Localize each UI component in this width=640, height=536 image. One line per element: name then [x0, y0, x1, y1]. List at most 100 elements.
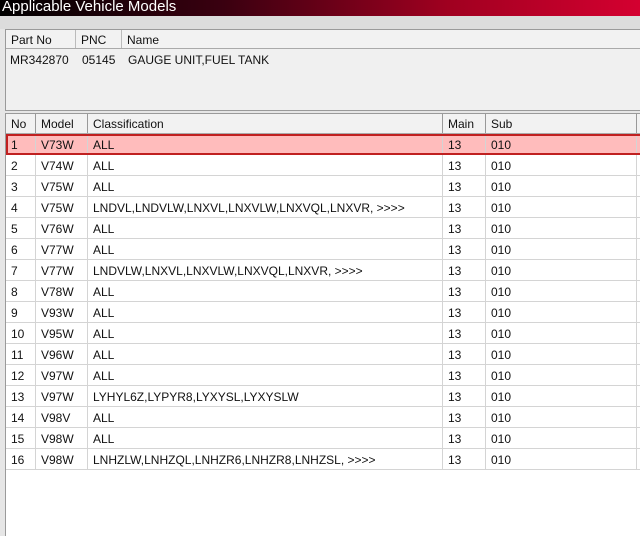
- cell-no: 15: [6, 428, 36, 448]
- table-row[interactable]: 3 V75W ALL 13 010: [6, 176, 640, 197]
- cell-sub: 010: [486, 386, 637, 406]
- window-title: Applicable Vehicle Models: [0, 0, 640, 16]
- pnc-value: 05145: [82, 53, 116, 67]
- table-row[interactable]: 12 V97W ALL 13 010: [6, 365, 640, 386]
- table-row[interactable]: 2 V74W ALL 13 010: [6, 155, 640, 176]
- cell-no: 8: [6, 281, 36, 301]
- cell-sub: 010: [486, 239, 637, 259]
- cell-no: 2: [6, 155, 36, 175]
- cell-classification: ALL: [88, 239, 443, 259]
- cell-classification: ALL: [88, 155, 443, 175]
- cell-model: V77W: [36, 260, 88, 280]
- cell-model: V97W: [36, 386, 88, 406]
- cell-main: 13: [443, 197, 486, 217]
- table-row[interactable]: 11 V96W ALL 13 010: [6, 344, 640, 365]
- table-row[interactable]: 14 V98V ALL 13 010: [6, 407, 640, 428]
- cell-model: V78W: [36, 281, 88, 301]
- header-part-no[interactable]: Part No: [6, 30, 76, 48]
- cell-sub: 010: [486, 428, 637, 448]
- cell-model: V75W: [36, 197, 88, 217]
- cell-no: 13: [6, 386, 36, 406]
- cell-classification: ALL: [88, 344, 443, 364]
- cell-main: 13: [443, 323, 486, 343]
- cell-model: V93W: [36, 302, 88, 322]
- cell-classification: ALL: [88, 176, 443, 196]
- cell-main: 13: [443, 218, 486, 238]
- cell-main: 13: [443, 449, 486, 469]
- part-row[interactable]: MR342870 05145 GAUGE UNIT,FUEL TANK: [6, 49, 640, 67]
- cell-sub: 010: [486, 218, 637, 238]
- cell-main: 13: [443, 302, 486, 322]
- part-header: Part No PNC Name: [6, 30, 640, 49]
- cell-model: V73W: [36, 134, 88, 154]
- cell-sub: 010: [486, 323, 637, 343]
- cell-sub: 010: [486, 281, 637, 301]
- cell-model: V98W: [36, 449, 88, 469]
- table-row[interactable]: 9 V93W ALL 13 010: [6, 302, 640, 323]
- table-row[interactable]: 15 V98W ALL 13 010: [6, 428, 640, 449]
- table-row[interactable]: 13 V97W LYHYL6Z,LYPYR8,LYXYSL,LYXYSLW 13 010: [6, 386, 640, 407]
- cell-sub: 010: [486, 407, 637, 427]
- cell-classification: LNDVL,LNDVLW,LNXVL,LNXVLW,LNXVQL,LNXVR, …: [88, 197, 443, 217]
- cell-main: 13: [443, 344, 486, 364]
- cell-main: 13: [443, 281, 486, 301]
- cell-no: 12: [6, 365, 36, 385]
- cell-sub: 010: [486, 344, 637, 364]
- header-sub[interactable]: Sub: [486, 114, 637, 133]
- cell-model: V95W: [36, 323, 88, 343]
- header-name[interactable]: Name: [122, 30, 640, 48]
- cell-no: 5: [6, 218, 36, 238]
- cell-classification: LNHZLW,LNHZQL,LNHZR6,LNHZR8,LNHZSL, >>>>: [88, 449, 443, 469]
- cell-main: 13: [443, 386, 486, 406]
- part-name-value: GAUGE UNIT,FUEL TANK: [128, 53, 270, 67]
- cell-main: 13: [443, 239, 486, 259]
- cell-model: V98V: [36, 407, 88, 427]
- cell-sub: 010: [486, 176, 637, 196]
- header-pnc[interactable]: PNC: [76, 30, 122, 48]
- cell-no: 10: [6, 323, 36, 343]
- table-row[interactable]: 7 V77W LNDVLW,LNXVL,LNXVLW,LNXVQL,LNXVR, >…: [6, 260, 640, 281]
- cell-classification: ALL: [88, 323, 443, 343]
- cell-model: V96W: [36, 344, 88, 364]
- cell-classification: LYHYL6Z,LYPYR8,LYXYSL,LYXYSLW: [88, 386, 443, 406]
- table-row[interactable]: 5 V76W ALL 13 010: [6, 218, 640, 239]
- cell-classification: ALL: [88, 218, 443, 238]
- cell-main: 13: [443, 365, 486, 385]
- cell-main: 13: [443, 176, 486, 196]
- cell-no: 1: [6, 134, 36, 154]
- table-row[interactable]: 1 V73W ALL 13 010: [6, 134, 640, 155]
- cell-no: 6: [6, 239, 36, 259]
- table-row[interactable]: 16 V98W LNHZLW,LNHZQL,LNHZR6,LNHZR8,LNHZSL…: [6, 449, 640, 470]
- cell-main: 13: [443, 260, 486, 280]
- table-row[interactable]: 4 V75W LNDVL,LNDVLW,LNXVL,LNXVLW,LNXVQL,LN…: [6, 197, 640, 218]
- cell-classification: ALL: [88, 302, 443, 322]
- cell-no: 11: [6, 344, 36, 364]
- cell-classification: LNDVLW,LNXVL,LNXVLW,LNXVQL,LNXVR, >>>>: [88, 260, 443, 280]
- cell-main: 13: [443, 134, 486, 154]
- cell-model: V77W: [36, 239, 88, 259]
- cell-classification: ALL: [88, 281, 443, 301]
- cell-no: 7: [6, 260, 36, 280]
- part-info-panel: Part No PNC Name MR342870 05145 GAUGE UN…: [5, 29, 640, 111]
- table-row[interactable]: 6 V77W ALL 13 010: [6, 239, 640, 260]
- header-classification[interactable]: Classification: [88, 114, 443, 133]
- header-main[interactable]: Main: [443, 114, 486, 133]
- cell-sub: 010: [486, 449, 637, 469]
- cell-sub: 010: [486, 260, 637, 280]
- header-model[interactable]: Model: [36, 114, 88, 133]
- cell-sub: 010: [486, 302, 637, 322]
- header-no[interactable]: No: [6, 114, 36, 133]
- grid-header: No Model Classification Main Sub: [6, 114, 640, 134]
- cell-model: V98W: [36, 428, 88, 448]
- cell-no: 16: [6, 449, 36, 469]
- grid-body: 1 V73W ALL 13 010 2 V74W ALL 13 010 3 V75W ALL 13 010 4…: [6, 134, 640, 470]
- cell-classification: ALL: [88, 428, 443, 448]
- table-row[interactable]: 10 V95W ALL 13 010: [6, 323, 640, 344]
- cell-model: V76W: [36, 218, 88, 238]
- cell-model: V97W: [36, 365, 88, 385]
- cell-classification: ALL: [88, 134, 443, 154]
- table-row[interactable]: 8 V78W ALL 13 010: [6, 281, 640, 302]
- vehicle-models-grid: No Model Classification Main Sub 1 V73W AL…: [5, 113, 640, 536]
- cell-classification: ALL: [88, 365, 443, 385]
- cell-main: 13: [443, 155, 486, 175]
